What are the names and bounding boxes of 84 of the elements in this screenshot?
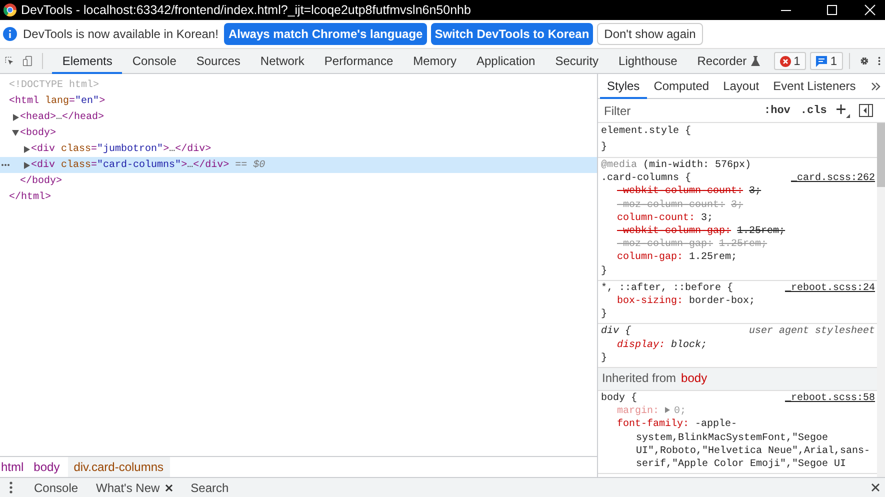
closing-brace: }: [601, 352, 608, 364]
flask-icon: [750, 56, 760, 66]
css-declaration[interactable]: box-sizing: border-box;: [601, 295, 875, 308]
drawer-menu-icon[interactable]: [9, 481, 13, 494]
media-query: @media (min-width: 576px): [601, 160, 752, 171]
style-toggle-button[interactable]: :hov: [761, 104, 794, 116]
element-markup: <head>…</head>: [20, 112, 104, 122]
scrollbar[interactable]: [877, 123, 885, 477]
close-drawer-icon[interactable]: [871, 483, 880, 492]
closing-tag: </body>: [20, 176, 62, 186]
css-selector: div {: [601, 325, 632, 339]
more-options-icon[interactable]: [878, 54, 881, 68]
css-selector: .card-columns {: [601, 172, 692, 186]
element-markup: <!DOCTYPE html>: [9, 80, 100, 90]
more-tabs-icon[interactable]: [870, 82, 881, 90]
panel-tab[interactable]: Security: [545, 48, 609, 74]
expanded-triangle-icon[interactable]: [12, 130, 19, 136]
infobar-button[interactable]: Switch DevTools to Korean: [430, 23, 594, 45]
sidebar-toggle-icon[interactable]: [858, 104, 873, 117]
infobar-button[interactable]: Don't show again: [597, 23, 703, 45]
style-toggle-button[interactable]: .cls: [797, 104, 830, 116]
element-markup: <div class="card-columns">…</div> == $0: [31, 160, 266, 170]
device-toolbar-icon[interactable]: [22, 53, 32, 69]
breadcrumb[interactable]: div.card-columns: [68, 457, 170, 477]
infobar-message: DevTools is now available in Korean!: [23, 27, 218, 41]
browser-logo-icon: [3, 3, 17, 17]
window-title: DevTools - localhost:63342/frontend/index.html?_ijt=lcoqe2utp8futfmvsln6n50nhb: [21, 3, 471, 17]
drawer-tab[interactable]: Search: [182, 480, 238, 494]
css-selector: body {: [601, 392, 638, 406]
css-selector: *, ::after, ::before {: [601, 282, 734, 296]
panel-tab[interactable]: Lighthouse: [608, 48, 688, 74]
panel-tab[interactable]: Elements: [52, 48, 122, 74]
drawer-tab[interactable]: Console: [25, 480, 88, 494]
css-declaration[interactable]: -webkit-column-gap: 1.25rem;: [601, 225, 875, 238]
breadcrumb[interactable]: body: [32, 457, 66, 477]
panel-tab[interactable]: Application: [466, 48, 546, 74]
panel-tab[interactable]: Recorder: [687, 48, 770, 74]
infobar-button[interactable]: Always match Chrome's language: [224, 23, 427, 45]
panel-tab[interactable]: Performance: [314, 48, 404, 74]
error-counter[interactable]: 1: [774, 52, 806, 70]
inherited-label: Inherited from: [602, 372, 676, 386]
element-link[interactable]: body: [681, 372, 708, 386]
collapsed-triangle-icon[interactable]: [24, 146, 30, 152]
sidebar-tab[interactable]: Styles: [600, 74, 647, 98]
stylesheet-origin: user agent stylesheet: [748, 325, 875, 339]
css-declaration[interactable]: column-gap: 1.25rem;: [601, 251, 875, 265]
dom-tree-row[interactable]: <div class="card-columns">…</div> == $0: [0, 157, 597, 173]
ellipsis-icon[interactable]: [1, 163, 10, 167]
message-counter[interactable]: 1: [810, 52, 843, 70]
sidebar-tab[interactable]: Event Listeners: [766, 74, 863, 98]
sidebar-tab[interactable]: Computed: [646, 74, 716, 98]
drawer-tab[interactable]: What's New: [87, 480, 182, 494]
dom-tree-row[interactable]: <body>: [0, 125, 597, 141]
sidebar-tab[interactable]: Layout: [716, 74, 766, 98]
collapsed-triangle-icon[interactable]: [12, 114, 18, 120]
element-markup: <div class="jumbotron">…</div>: [31, 144, 212, 154]
dom-tree-row[interactable]: <div class="jumbotron">…</div>: [0, 141, 597, 157]
breadcrumb[interactable]: html: [0, 457, 30, 477]
element-markup: <html lang="en">: [9, 96, 106, 106]
message-icon: [816, 56, 828, 66]
source-link[interactable]: _card.scss:262: [790, 172, 875, 186]
collapsed-triangle-icon[interactable]: [24, 162, 30, 168]
closing-tag: </html>: [9, 192, 52, 202]
panel-tab[interactable]: Sources: [186, 48, 250, 74]
panel-tab[interactable]: Memory: [403, 48, 466, 74]
css-declaration[interactable]: -webkit-column-count: 3;: [601, 185, 875, 199]
panel-tab[interactable]: Console: [122, 48, 186, 74]
error-icon: [780, 56, 791, 66]
source-link[interactable]: _reboot.scss:24: [784, 282, 875, 296]
new-rule-icon[interactable]: [836, 104, 850, 118]
info-icon: [3, 27, 17, 41]
css-selector: element.style {: [601, 124, 692, 139]
dom-tree-row[interactable]: <head>…</head>: [0, 109, 597, 125]
close-tab-icon[interactable]: [164, 484, 173, 492]
dom-tree-row[interactable]: <html lang="en">: [0, 93, 597, 109]
source-link[interactable]: _reboot.scss:58: [784, 392, 875, 406]
panel-tab[interactable]: Network: [250, 48, 314, 74]
closing-brace: }: [601, 309, 608, 320]
css-declaration[interactable]: font-family: -apple-system,BlinkMacSystemFont,"Segoe UI",Roboto,"Helvetica Neue",Arial,sans-serif,"Apple Color Emoji","Segoe UI: [601, 418, 875, 472]
element-markup: <body>: [20, 128, 56, 138]
closing-brace: }: [601, 266, 608, 277]
css-declaration[interactable]: display: block;: [601, 338, 875, 352]
closing-brace: }: [601, 142, 608, 152]
css-declaration[interactable]: column-count: 3;: [601, 212, 875, 226]
